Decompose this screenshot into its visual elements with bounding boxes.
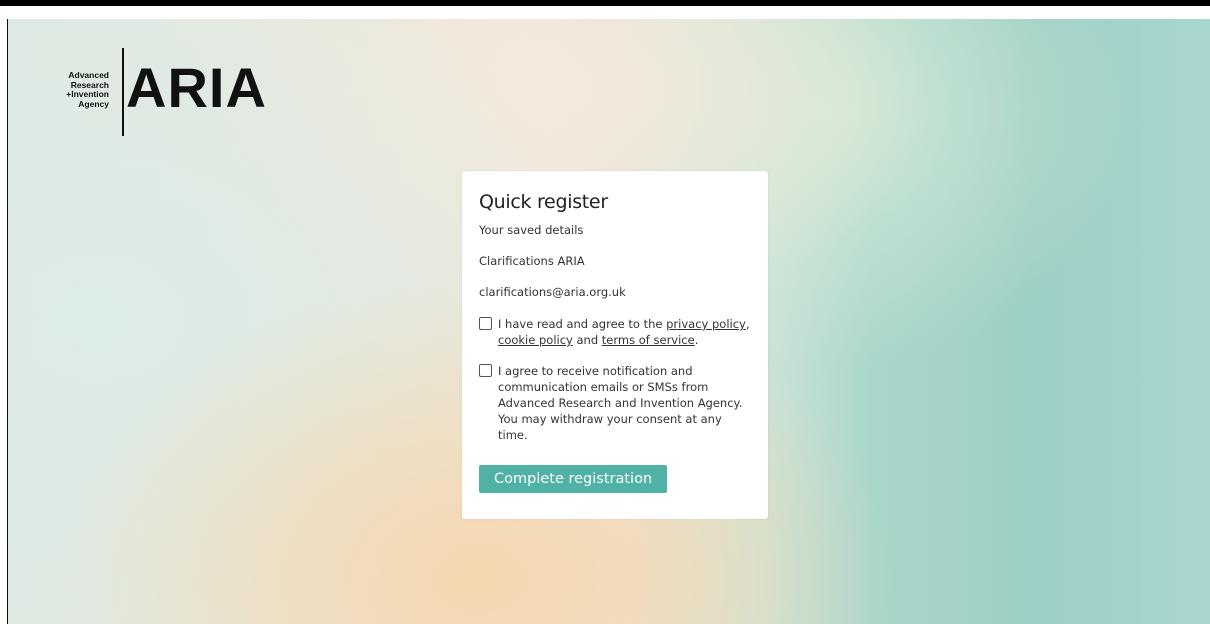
privacy-consent: I have read and agree to the privacy pol…	[479, 316, 751, 348]
logo-agency-name: Advanced Research +Invention Agency	[66, 70, 109, 109]
logo-divider	[122, 48, 124, 136]
saved-email: clarifications@aria.org.uk	[479, 285, 626, 299]
privacy-consent-suffix: .	[694, 333, 699, 347]
quick-register-card: Quick register Your saved details Clarif…	[462, 171, 768, 519]
comms-consent-checkbox[interactable]	[479, 364, 492, 377]
comms-consent: I agree to receive notification and comm…	[479, 363, 751, 443]
logo-wordmark: ARIA	[126, 56, 267, 119]
cookie-policy-link[interactable]: cookie policy	[498, 333, 573, 347]
privacy-consent-and: and	[572, 333, 602, 347]
saved-name: Clarifications ARIA	[479, 254, 585, 268]
saved-details-label: Your saved details	[479, 223, 584, 237]
page-background: Advanced Research +Invention Agency ARIA…	[7, 19, 1210, 624]
top-rule	[0, 0, 1210, 6]
comms-consent-text: I agree to receive notification and comm…	[498, 364, 743, 442]
privacy-consent-comma: ,	[745, 317, 750, 331]
privacy-consent-text: I have read and agree to the privacy pol…	[498, 316, 750, 348]
card-title: Quick register	[479, 191, 608, 213]
terms-of-service-link[interactable]: terms of service	[602, 333, 695, 347]
privacy-policy-link[interactable]: privacy policy	[666, 317, 746, 331]
privacy-consent-checkbox[interactable]	[479, 317, 492, 330]
privacy-consent-prefix: I have read and agree to the	[498, 317, 667, 331]
aria-logo[interactable]: Advanced Research +Invention Agency ARIA	[56, 48, 286, 138]
complete-registration-button[interactable]: Complete registration	[479, 465, 668, 493]
